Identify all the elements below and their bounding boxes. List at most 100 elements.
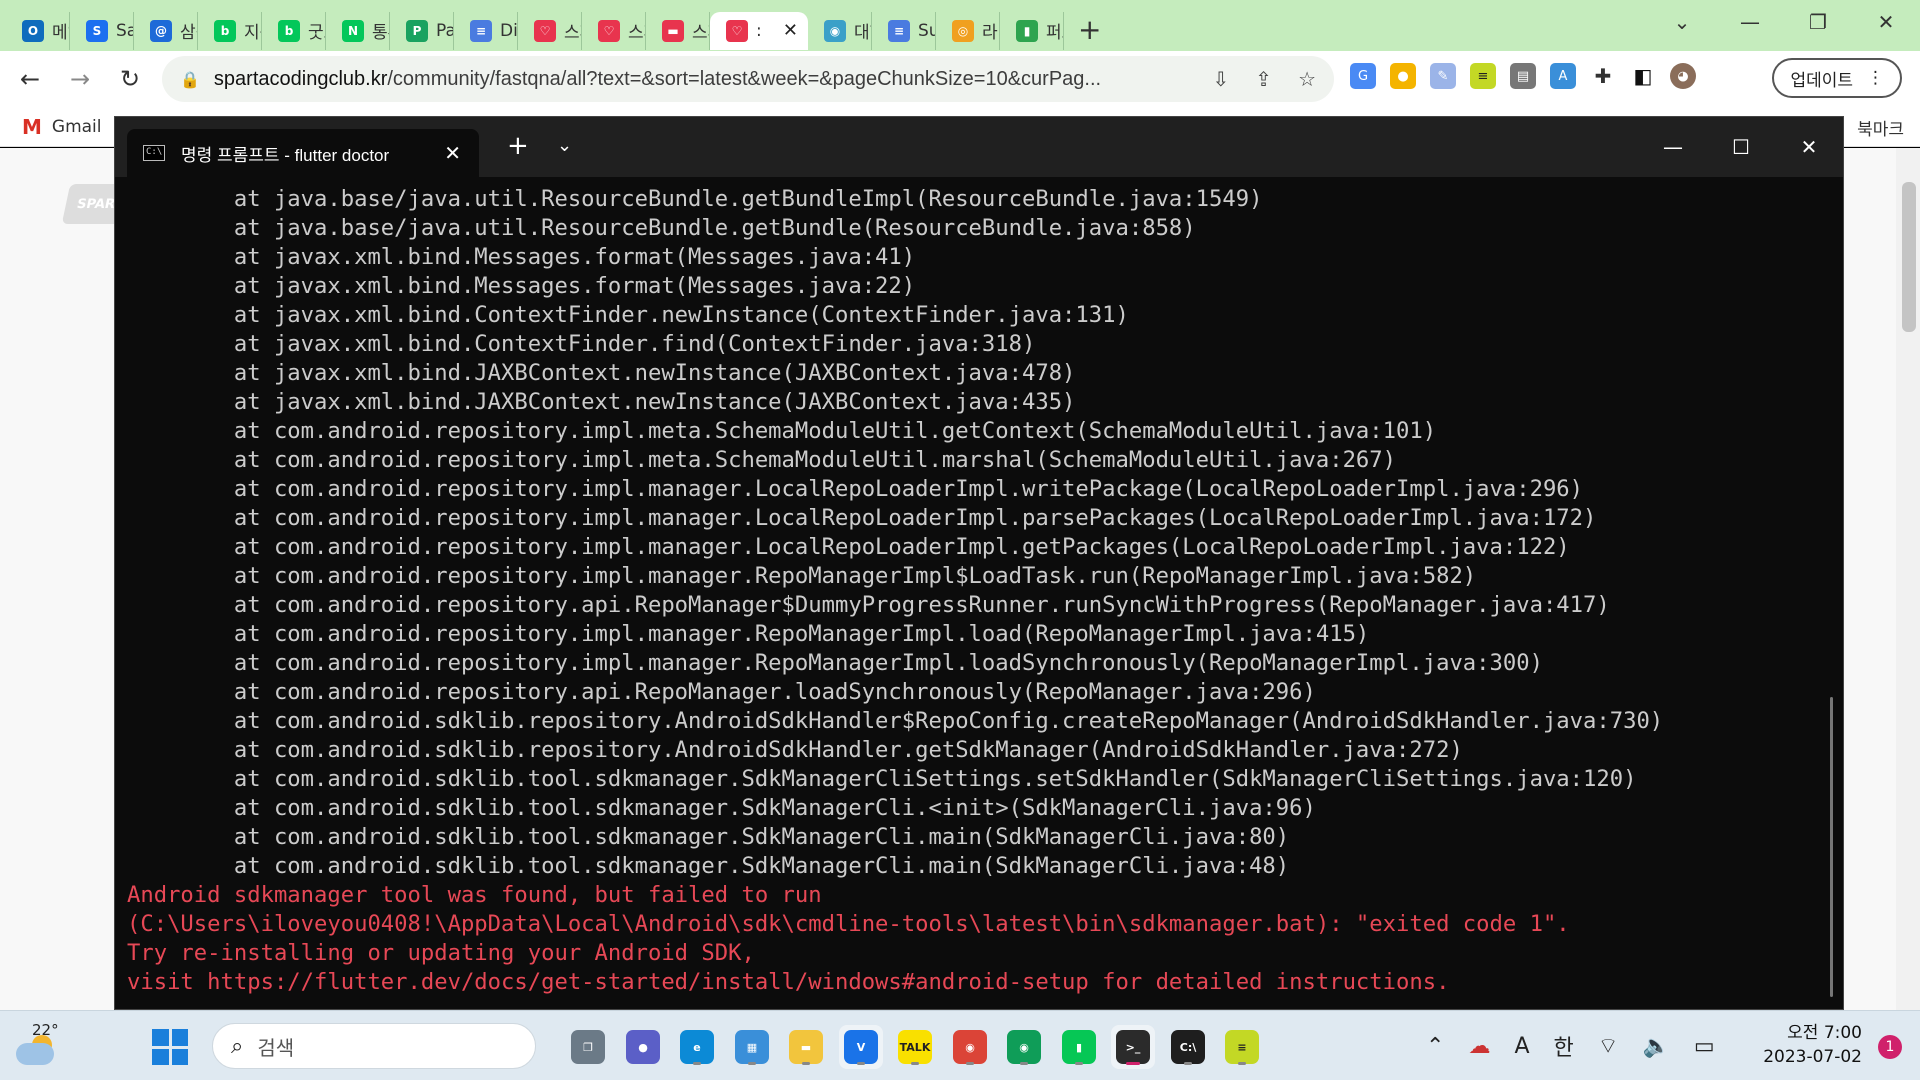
terminal-minimize-button[interactable]: — [1639, 117, 1707, 177]
install-icon[interactable]: ⇩ [1213, 67, 1230, 91]
forward-icon[interactable]: → [60, 65, 100, 93]
terminal-scrollbar[interactable] [1830, 697, 1833, 997]
browser-tab[interactable]: ▬ 스피 [646, 11, 710, 50]
page-scrollbar-thumb[interactable] [1902, 182, 1916, 332]
tab-favicon-icon: @ [150, 19, 172, 42]
close-tab-icon[interactable]: ✕ [783, 20, 798, 41]
start-button[interactable] [152, 1029, 188, 1065]
browser-tab[interactable]: ♡ 스피 [582, 11, 646, 50]
taskbar-app-file-explorer[interactable]: ▬ [784, 1025, 828, 1069]
taskbar-app-store[interactable]: ▦ [730, 1025, 774, 1069]
tab-search-icon[interactable]: ⌄ [1648, 10, 1716, 34]
extensions-puzzle-icon[interactable]: ✚ [1590, 63, 1616, 89]
browser-tab[interactable]: ≡ Diar [454, 11, 518, 50]
new-tab-button[interactable]: + [1078, 13, 1101, 46]
taskbar-app-notes[interactable]: ≡ [1220, 1025, 1264, 1069]
browser-tab[interactable]: ▮ 퍼스 [1000, 11, 1064, 50]
error-message-line: Android sdkmanager tool was found, but f… [127, 882, 822, 908]
terminal-output[interactable]: at java.base/java.util.ResourceBundle.ge… [115, 177, 1815, 1009]
taskbar-app-kakaotalk[interactable]: TALK [893, 1025, 937, 1069]
browser-tab[interactable]: @ 삼성 [134, 11, 198, 50]
volume-icon[interactable]: 🔈 [1642, 1034, 1669, 1059]
stack-trace-line: at com.android.sdklib.repository.Android… [127, 737, 1463, 763]
browser-tab[interactable]: ◎ 라디 [936, 11, 1000, 50]
browser-tab[interactable]: N 통부 [326, 11, 390, 50]
browser-tab[interactable]: P Pape [390, 11, 454, 50]
taskbar-app-terminal[interactable]: >_ [1111, 1025, 1155, 1069]
window-controls: ⌄ — ❐ ✕ [1648, 0, 1920, 44]
terminal-tab[interactable]: C:\ 명령 프롬프트 - flutter doctor ✕ [127, 129, 479, 177]
extension-doc-icon[interactable]: ✎ [1430, 63, 1456, 89]
chrome-2-icon: ◉ [1007, 1030, 1041, 1064]
taskbar-app-line[interactable]: ▮ [1057, 1025, 1101, 1069]
extension-font-icon[interactable]: A [1550, 63, 1576, 89]
stack-trace-line: at com.android.sdklib.tool.sdkmanager.Sd… [127, 853, 1290, 879]
notification-badge[interactable]: 1 [1878, 1035, 1902, 1059]
extension-notes-icon[interactable]: ≡ [1470, 63, 1496, 89]
lock-icon[interactable]: 🔒 [180, 70, 200, 89]
cmd-icon: C:\ [1171, 1030, 1205, 1064]
wifi-icon[interactable]: ⌔ [1598, 1032, 1619, 1060]
translate-extension-icon[interactable]: G [1350, 63, 1376, 89]
browser-tab[interactable]: ♡: ✕ [710, 11, 808, 50]
browser-tab[interactable]: ♡ 스피 [518, 11, 582, 50]
tab-favicon-icon: ≡ [888, 19, 910, 42]
taskbar-app-chrome-2[interactable]: ◉ [1002, 1025, 1046, 1069]
bookmark-folder[interactable]: 북마크 [1857, 115, 1904, 140]
browser-tab[interactable]: b 지구 [198, 11, 262, 50]
terminal-close-button[interactable]: ✕ [1775, 117, 1843, 177]
taskbar-app-chrome-1[interactable]: ◉ [948, 1025, 992, 1069]
browser-tab[interactable]: S Sam [70, 11, 134, 50]
extension-page-icon[interactable]: ▤ [1510, 63, 1536, 89]
stack-trace-line: at com.android.repository.impl.manager.R… [127, 563, 1477, 589]
side-panel-icon[interactable]: ◧ [1630, 63, 1656, 89]
browser-tab[interactable]: ≡ Surv [872, 11, 936, 50]
onedrive-icon[interactable]: ☁ [1468, 1034, 1490, 1059]
tab-favicon-icon: ♡ [598, 19, 620, 42]
tab-favicon-icon: ♡ [726, 19, 748, 42]
back-icon[interactable]: ← [10, 65, 50, 93]
ime-mode[interactable]: A [1514, 1034, 1529, 1059]
reload-icon[interactable]: ↻ [110, 65, 150, 93]
running-indicator [857, 1062, 865, 1065]
ime-language[interactable]: 한 [1554, 1030, 1574, 1062]
close-tab-icon[interactable]: ✕ [444, 141, 461, 165]
terminal-dropdown-icon[interactable]: ⌄ [557, 135, 572, 156]
bookmark-star-icon[interactable]: ☆ [1298, 67, 1316, 91]
browser-tab[interactable]: O 메일 [6, 11, 70, 50]
update-button[interactable]: 업데이트 ⋮ [1772, 58, 1902, 98]
taskbar-app-chat[interactable]: ● [621, 1025, 665, 1069]
terminal-maximize-button[interactable]: ☐ [1707, 117, 1775, 177]
more-menu-icon[interactable]: ⋮ [1867, 68, 1884, 88]
clock-date: 2023-07-02 [1763, 1047, 1862, 1067]
tab-label: 삼성 [180, 23, 197, 43]
bookmark-gmail[interactable]: M Gmail [22, 115, 102, 139]
restore-button[interactable]: ❐ [1784, 10, 1852, 34]
new-terminal-tab-button[interactable]: + [507, 131, 529, 161]
share-icon[interactable]: ⇪ [1255, 67, 1272, 91]
taskbar-app-edge[interactable]: e [675, 1025, 719, 1069]
weather-widget[interactable]: 22° [16, 1021, 60, 1071]
url-text[interactable]: spartacodingclub.kr/community/fastqna/al… [214, 68, 1101, 91]
stack-trace-line: at javax.xml.bind.Messages.format(Messag… [127, 273, 916, 299]
close-window-button[interactable]: ✕ [1852, 10, 1920, 34]
chevron-up-icon[interactable]: ⌃ [1426, 1034, 1444, 1059]
address-bar[interactable]: 🔒 spartacodingclub.kr/community/fastqna/… [162, 56, 1334, 102]
taskbar-search[interactable]: ⌕ 검색 [212, 1023, 536, 1069]
chat-icon: ● [626, 1030, 660, 1064]
page-scrollbar[interactable] [1896, 148, 1920, 1010]
terminal-tab-title: 명령 프롬프트 - flutter doctor [181, 145, 390, 165]
extension-yellow-icon[interactable]: ● [1390, 63, 1416, 89]
profile-avatar[interactable]: ◕ [1670, 63, 1696, 89]
taskbar-app-app-v[interactable]: V [839, 1025, 883, 1069]
minimize-button[interactable]: — [1716, 10, 1784, 34]
taskbar-app-cmd[interactable]: C:\ [1166, 1025, 1210, 1069]
battery-icon[interactable]: ▭ [1694, 1034, 1715, 1059]
tab-favicon-icon: ▬ [662, 19, 684, 42]
clock[interactable]: 오전 7:00 2023-07-02 [1763, 1021, 1862, 1069]
stack-trace-line: at com.android.repository.impl.manager.L… [127, 505, 1597, 531]
stack-trace-line: at java.base/java.util.ResourceBundle.ge… [127, 186, 1263, 212]
browser-tab[interactable]: ◉ 대한 [808, 11, 872, 50]
browser-tab[interactable]: b 굿모 [262, 11, 326, 50]
taskbar-app-task-view[interactable]: ❐ [566, 1025, 610, 1069]
